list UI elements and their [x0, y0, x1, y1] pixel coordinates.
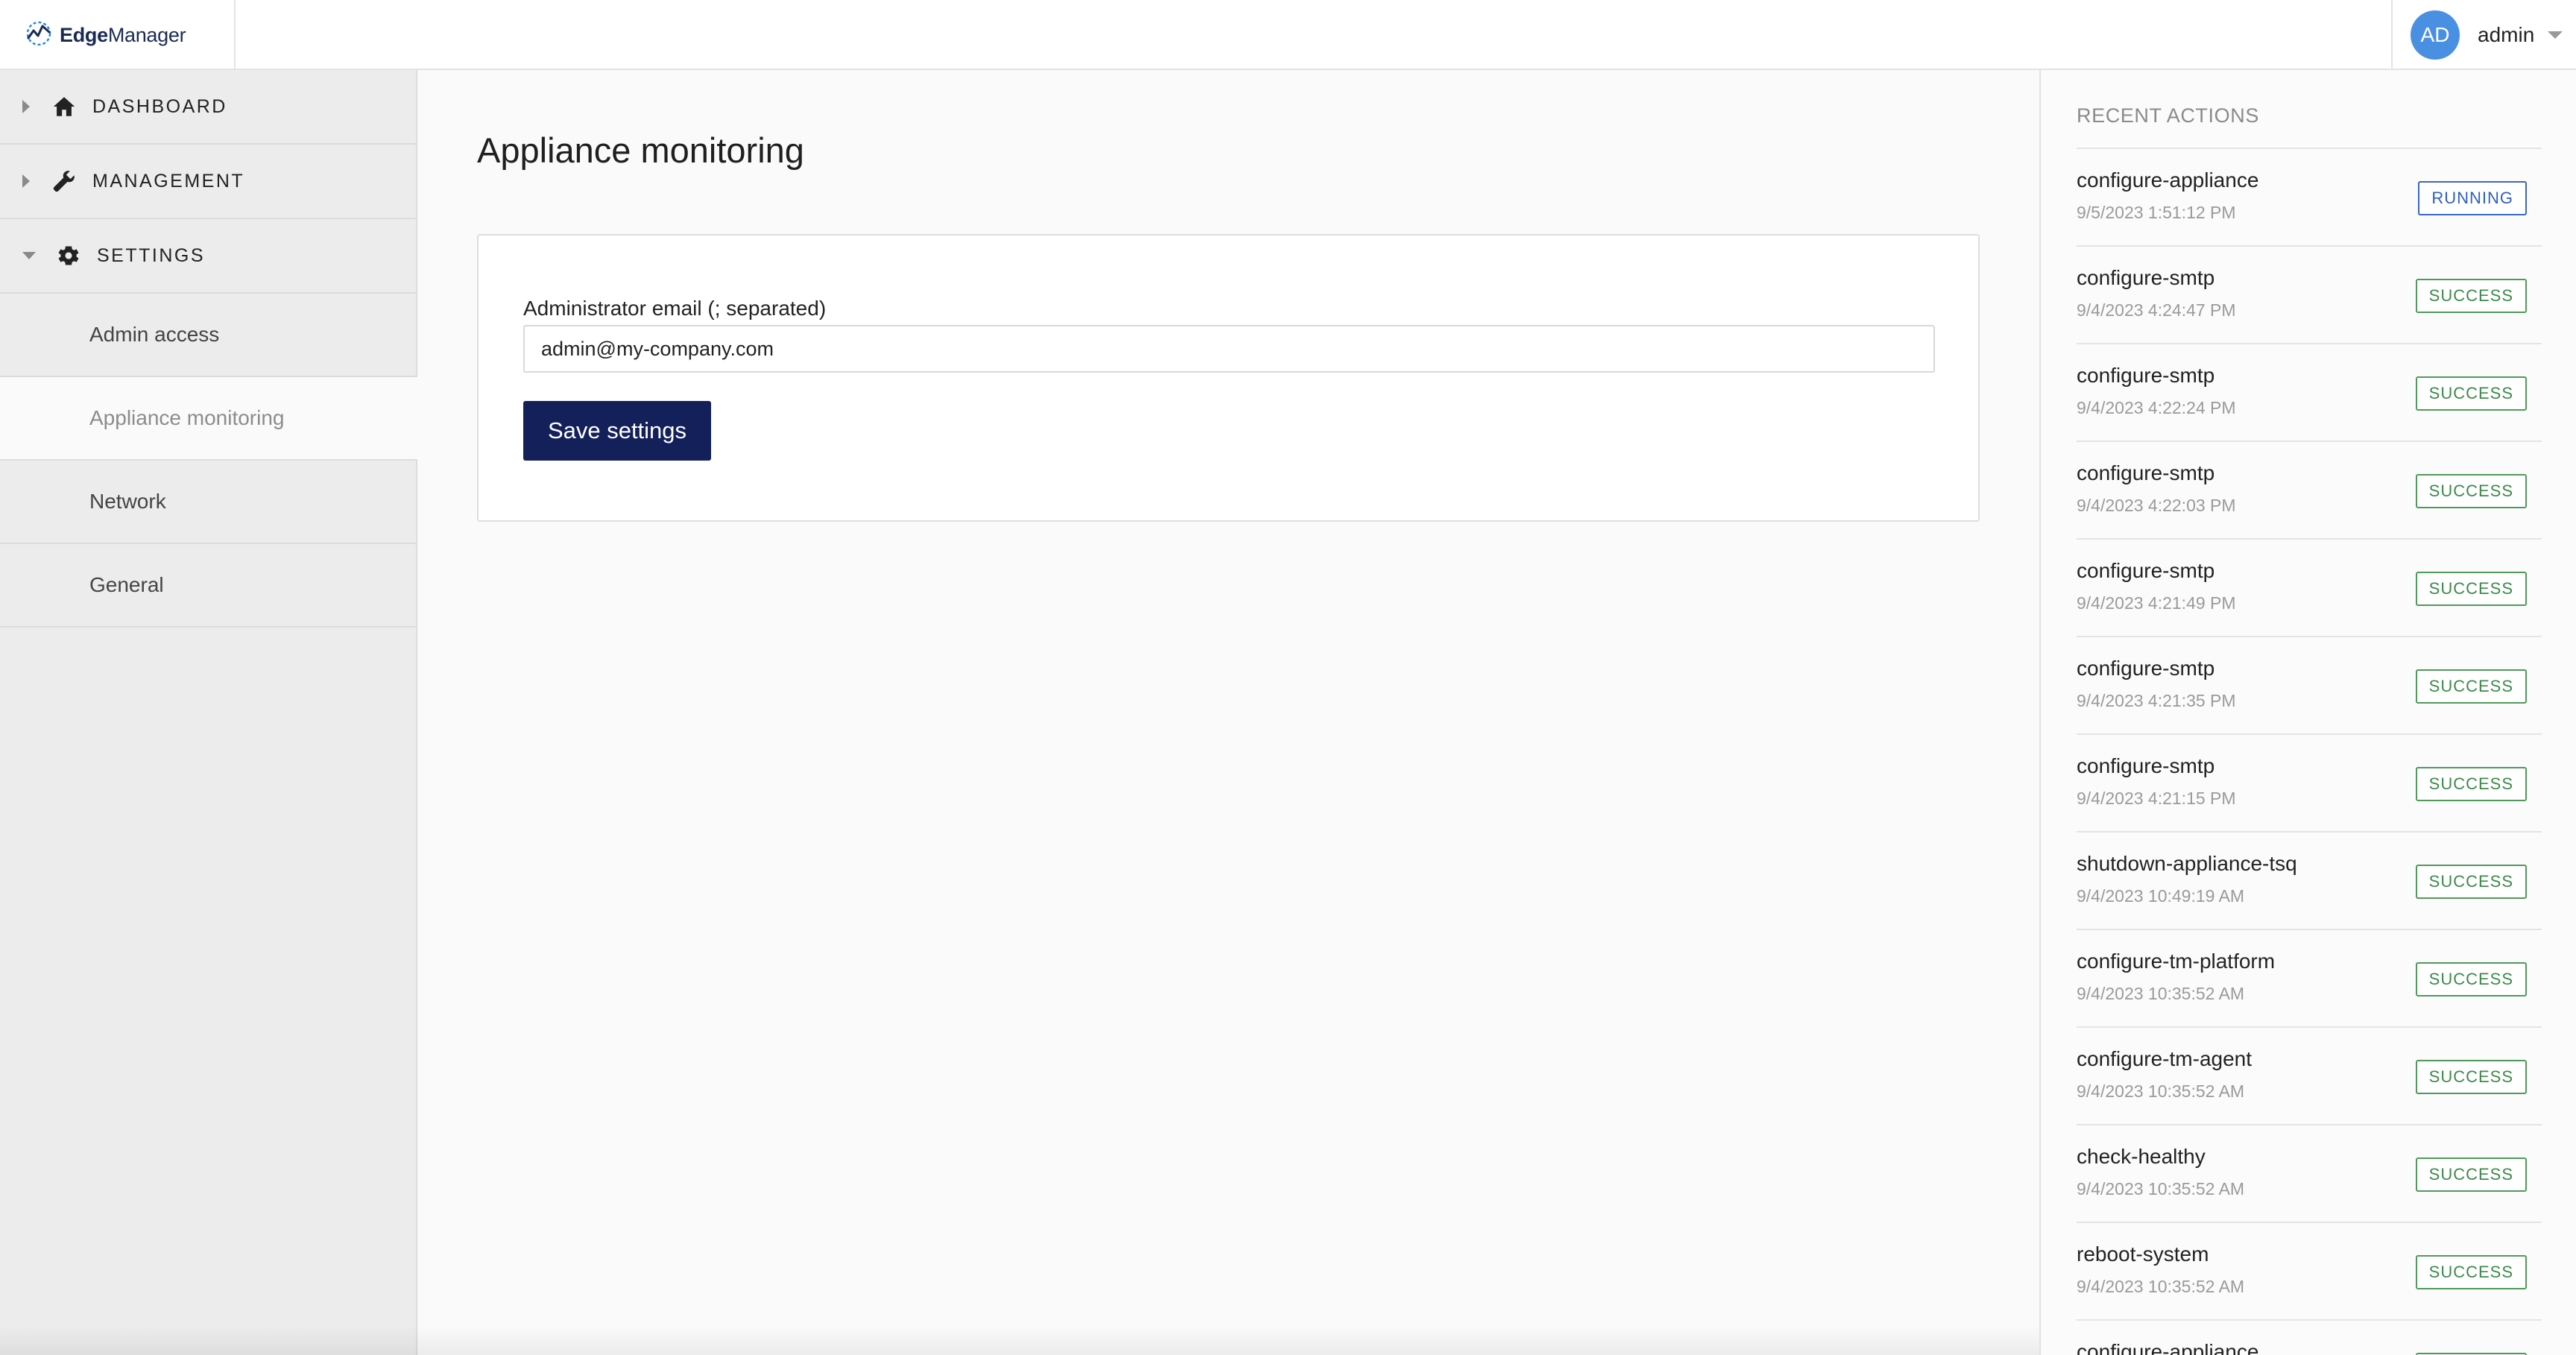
action-timestamp: 9/4/2023 10:49:19 AM	[2077, 886, 2245, 906]
chevron-right-icon	[22, 174, 30, 188]
action-timestamp: 9/4/2023 4:21:35 PM	[2077, 691, 2236, 710]
action-timestamp: 9/4/2023 10:35:52 AM	[2077, 1081, 2245, 1101]
logo[interactable]: EdgeManager	[0, 0, 236, 70]
action-timestamp: 9/4/2023 4:22:03 PM	[2077, 496, 2236, 515]
main-content: Appliance monitoring Administrator email…	[417, 70, 2039, 1355]
sidebar-section-dashboard[interactable]: DASHBOARD	[0, 70, 416, 145]
status-badge: SUCCESS	[2415, 1060, 2527, 1094]
recent-action-item[interactable]: configure-smtp 9/4/2023 4:22:24 PM SUCCESS	[2077, 344, 2542, 442]
recent-action-item[interactable]: configure-appliance 9/5/2023 1:51:12 PM RU…	[2077, 149, 2542, 247]
sidebar-item-network[interactable]: Network	[0, 461, 416, 544]
recent-action-item[interactable]: configure-smtp 9/4/2023 4:21:35 PM SUCCESS	[2077, 637, 2542, 735]
status-badge: SUCCESS	[2415, 474, 2527, 508]
sidebar-item-general[interactable]: General	[0, 544, 416, 628]
status-badge: RUNNING	[2418, 181, 2527, 215]
action-name: configure-smtp	[2077, 559, 2215, 582]
recent-action-item[interactable]: configure-smtp 9/4/2023 4:21:49 PM SUCCESS	[2077, 540, 2542, 637]
home-icon	[51, 93, 78, 120]
page-title: Appliance monitoring	[477, 130, 804, 170]
status-badge: SUCCESS	[2415, 669, 2527, 704]
wrench-icon	[51, 168, 78, 195]
action-name: reboot-system	[2077, 1242, 2209, 1266]
action-name: configure-smtp	[2077, 266, 2215, 289]
status-badge: SUCCESS	[2415, 279, 2527, 313]
sidebar-section-label: DASHBOARD	[92, 95, 227, 117]
logo-text: EdgeManager	[60, 23, 186, 46]
logo-icon	[24, 19, 54, 52]
sidebar-section-label: SETTINGS	[97, 244, 206, 266]
recent-action-item[interactable]: reboot-system 9/4/2023 10:35:52 AM SUCCESS	[2077, 1223, 2542, 1321]
action-timestamp: 9/4/2023 4:21:15 PM	[2077, 789, 2236, 808]
action-name: check-healthy	[2077, 1145, 2206, 1168]
action-timestamp: 9/4/2023 4:22:24 PM	[2077, 398, 2236, 417]
settings-card: Administrator email (; separated) Save s…	[477, 234, 1980, 522]
action-timestamp: 9/4/2023 10:35:52 AM	[2077, 984, 2245, 1003]
recent-action-item[interactable]: configure-tm-agent 9/4/2023 10:35:52 AM SU…	[2077, 1028, 2542, 1125]
top-header: EdgeManager AD admin	[0, 0, 2576, 70]
status-badge: SUCCESS	[2415, 767, 2527, 801]
recent-actions-panel: RECENT ACTIONS configure-appliance 9/5/20…	[2039, 70, 2576, 1355]
recent-action-item[interactable]: check-healthy 9/4/2023 10:35:52 AM SUCCESS	[2077, 1125, 2542, 1223]
recent-actions-list: configure-appliance 9/5/2023 1:51:12 PM RU…	[2077, 148, 2542, 1355]
chevron-right-icon	[22, 100, 30, 113]
action-timestamp: 9/4/2023 4:21:49 PM	[2077, 593, 2236, 613]
gear-icon	[55, 242, 82, 269]
status-badge: SUCCESS	[2415, 572, 2527, 606]
action-name: configure-tm-agent	[2077, 1047, 2253, 1070]
recent-action-item[interactable]: shutdown-appliance-tsq 9/4/2023 10:49:19 …	[2077, 833, 2542, 930]
action-timestamp: 9/4/2023 10:35:52 AM	[2077, 1179, 2245, 1198]
status-badge: SUCCESS	[2415, 1157, 2527, 1192]
sidebar-section-settings[interactable]: SETTINGS	[0, 219, 416, 294]
status-badge: SUCCESS	[2415, 376, 2527, 411]
action-name: configure-appliance	[2077, 168, 2259, 192]
recent-actions-title: RECENT ACTIONS	[2077, 104, 2259, 127]
action-name: configure-tm-platform	[2077, 950, 2276, 973]
status-badge: SUCCESS	[2415, 1255, 2527, 1289]
chevron-down-icon[interactable]	[2548, 31, 2563, 39]
recent-action-item[interactable]: configure-smtp 9/4/2023 4:24:47 PM SUCCESS	[2077, 247, 2542, 344]
chevron-down-icon	[22, 252, 36, 259]
recent-action-item[interactable]: configure-smtp 9/4/2023 4:22:03 PM SUCCESS	[2077, 442, 2542, 540]
sidebar-section-management[interactable]: MANAGEMENT	[0, 145, 416, 219]
email-field-label: Administrator email (; separated)	[523, 297, 827, 320]
action-name: configure-appliance	[2077, 1340, 2259, 1355]
recent-action-item[interactable]: configure-applianceSUCCESS	[2077, 1321, 2542, 1355]
status-badge: SUCCESS	[2415, 865, 2527, 899]
sidebar-item-appliance-monitoring[interactable]: Appliance monitoring	[0, 377, 417, 461]
action-timestamp: 9/4/2023 10:35:52 AM	[2077, 1277, 2245, 1296]
recent-action-item[interactable]: configure-tm-platform 9/4/2023 10:35:52 A…	[2077, 930, 2542, 1028]
avatar[interactable]: AD	[2411, 10, 2460, 60]
sidebar-section-label: MANAGEMENT	[92, 170, 245, 192]
recent-action-item[interactable]: configure-smtp 9/4/2023 4:21:15 PM SUCCESS	[2077, 735, 2542, 833]
username[interactable]: admin	[2478, 23, 2534, 47]
email-field[interactable]	[523, 325, 1935, 373]
action-timestamp: 9/4/2023 4:24:47 PM	[2077, 300, 2236, 320]
action-name: shutdown-appliance-tsq	[2077, 852, 2297, 875]
action-name: configure-smtp	[2077, 754, 2215, 777]
action-name: configure-smtp	[2077, 461, 2215, 484]
action-timestamp: 9/5/2023 1:51:12 PM	[2077, 203, 2236, 222]
status-badge: SUCCESS	[2415, 962, 2527, 996]
sidebar: DASHBOARD MANAGEMENT SETTINGS Admin acce…	[0, 70, 417, 1355]
user-menu[interactable]: AD admin	[2391, 0, 2576, 70]
save-settings-button[interactable]: Save settings	[523, 401, 711, 461]
action-name: configure-smtp	[2077, 364, 2215, 387]
action-name: configure-smtp	[2077, 657, 2215, 680]
sidebar-item-admin-access[interactable]: Admin access	[0, 294, 416, 377]
